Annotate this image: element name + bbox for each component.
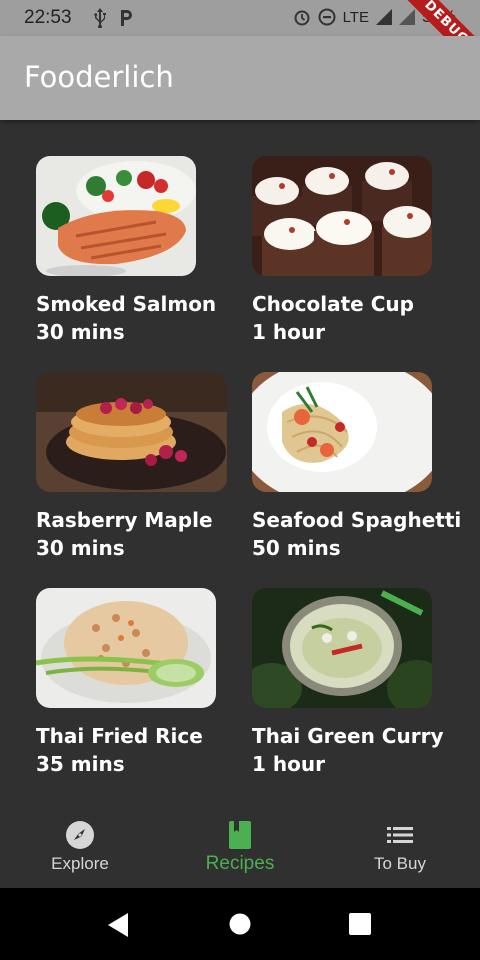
tab-label: Explore [51,854,109,873]
recipe-card[interactable]: Smoked Salmon 30 mins [36,156,216,356]
usb-icon [94,8,106,28]
parking-icon [121,10,132,26]
recipe-duration: 50 mins [252,536,341,560]
recipe-grid: Smoked Salmon 30 mins Chocolate Cup 1 ho… [0,120,480,810]
home-icon[interactable] [229,913,251,935]
recipe-name: Thai Green Curry [252,724,444,748]
recipe-name: Seafood Spaghetti [252,508,462,532]
recipe-card[interactable]: Rasberry Maple 30 mins [36,372,236,572]
recipe-name: Rasberry Maple [36,508,213,532]
chocolate-cupcakes-photo [252,156,432,276]
recipe-card[interactable]: Thai Green Curry 1 hour [252,588,452,788]
status-notification-icons [92,8,134,28]
signal-alt-icon [398,9,415,25]
status-bar: 22:53 LTE 56% DEBUG [0,0,480,81]
compass-icon [66,821,94,849]
salmon-photo [36,156,196,276]
seafood-spaghetti-photo [252,372,432,492]
recipe-name: Thai Fried Rice [36,724,203,748]
do-not-disturb-icon [318,8,336,26]
recipe-name: Smoked Salmon [36,292,217,316]
network-type: LTE [342,8,369,26]
recipe-duration: 30 mins [36,320,125,344]
recipe-duration: 1 hour [252,752,325,776]
green-curry-photo [252,588,432,708]
list-icon [387,827,413,843]
fried-rice-photo [36,588,216,708]
recipe-duration: 30 mins [36,536,125,560]
signal-icon [375,9,392,25]
recipe-card[interactable]: Seafood Spaghetti 50 mins [252,372,461,572]
book-icon [229,821,251,849]
alarm-icon [294,10,310,26]
bottom-navigation: Explore Recipes To Buy [0,810,480,888]
tab-to-buy[interactable]: To Buy [320,810,480,888]
tab-label: To Buy [374,854,426,873]
recipe-duration: 1 hour [252,320,325,344]
back-icon[interactable] [106,912,130,938]
recipe-card[interactable]: Chocolate Cup 1 hour [252,156,452,356]
raspberry-pancakes-photo [36,372,227,492]
app-bar: Fooderlich [0,36,480,120]
system-navigation-bar [0,888,480,960]
app-title: Fooderlich [24,60,174,94]
tab-label: Recipes [205,853,275,874]
tab-explore[interactable]: Explore [0,810,160,888]
status-time: 22:53 [24,7,72,28]
recents-icon[interactable] [349,913,371,935]
recipe-name: Chocolate Cup [252,292,414,316]
recipe-card[interactable]: Thai Fried Rice 35 mins [36,588,236,788]
tab-recipes[interactable]: Recipes [160,810,320,888]
recipe-duration: 35 mins [36,752,125,776]
